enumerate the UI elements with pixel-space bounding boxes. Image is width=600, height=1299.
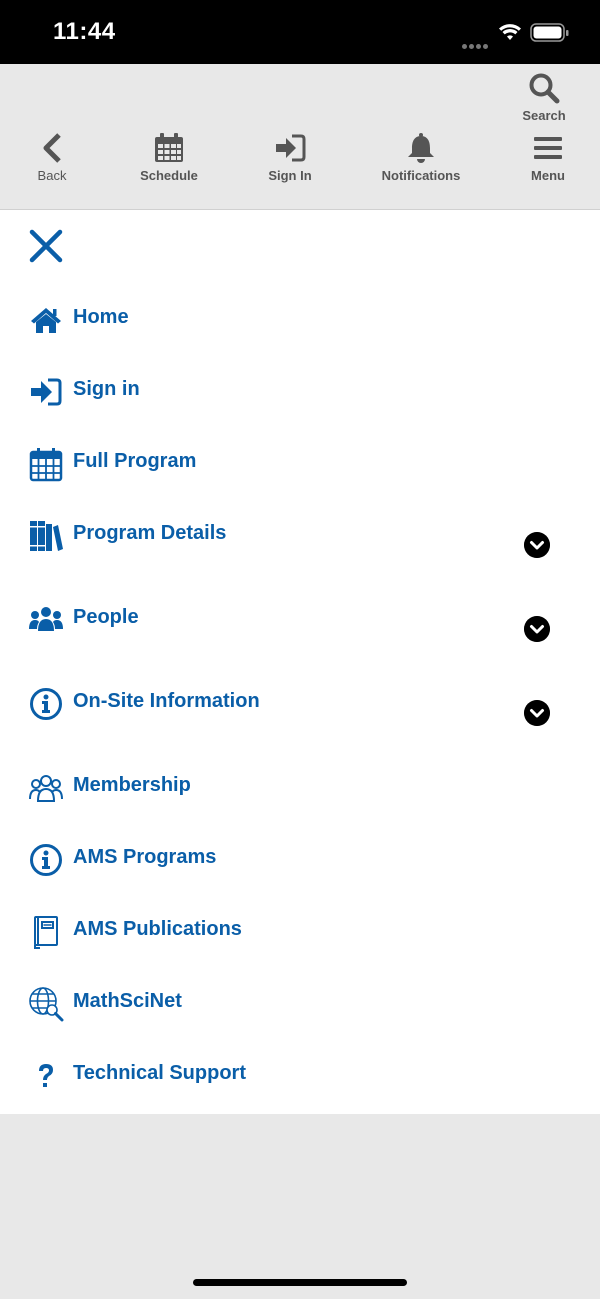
status-bar: 11:44 bbox=[0, 0, 600, 64]
wifi-icon bbox=[499, 24, 521, 40]
sign-in-label: Sign In bbox=[268, 168, 312, 183]
bell-icon bbox=[408, 133, 434, 163]
search-button[interactable]: Search bbox=[520, 72, 568, 123]
search-icon bbox=[529, 73, 560, 104]
menu-item-ams-programs[interactable]: AMS Programs bbox=[28, 842, 568, 882]
people-icon bbox=[29, 607, 63, 631]
menu-item-home[interactable]: Home bbox=[28, 302, 568, 342]
menu-item-label: Sign in bbox=[73, 378, 140, 400]
menu-item-label: AMS Publications bbox=[73, 918, 242, 940]
menu-panel: Home Sign in Full Program Program Detail… bbox=[0, 210, 600, 1114]
menu-item-people[interactable]: People bbox=[28, 602, 568, 642]
sign-in-icon bbox=[276, 134, 306, 162]
chevron-down-icon[interactable] bbox=[524, 532, 550, 558]
signal-icon bbox=[462, 36, 490, 54]
search-label: Search bbox=[522, 108, 566, 123]
back-button[interactable]: Back bbox=[30, 132, 74, 183]
schedule-label: Schedule bbox=[140, 168, 198, 183]
menu-item-label: Full Program bbox=[73, 450, 197, 472]
menu-item-label: MathSciNet bbox=[73, 990, 182, 1012]
hamburger-icon bbox=[534, 137, 562, 159]
back-label: Back bbox=[37, 168, 67, 183]
calendar-icon bbox=[29, 448, 63, 482]
home-icon bbox=[31, 308, 61, 333]
info-icon bbox=[30, 844, 62, 876]
calendar-icon bbox=[155, 133, 183, 162]
chevron-down-icon[interactable] bbox=[524, 700, 550, 726]
book-icon bbox=[34, 916, 58, 949]
menu-item-label: Membership bbox=[73, 774, 191, 796]
globe-search-icon bbox=[29, 987, 64, 1022]
close-icon[interactable] bbox=[28, 228, 64, 264]
menu-item-technical-support[interactable]: Technical Support bbox=[28, 1058, 568, 1098]
menu-item-label: On-Site Information bbox=[73, 690, 260, 712]
menu-item-label: Home bbox=[73, 306, 129, 328]
menu-item-label: People bbox=[73, 606, 139, 628]
menu-label: Menu bbox=[531, 168, 565, 183]
books-icon bbox=[30, 521, 63, 551]
status-time: 11:44 bbox=[53, 18, 116, 45]
info-icon bbox=[30, 688, 62, 720]
menu-item-mathscinet[interactable]: MathSciNet bbox=[28, 986, 568, 1026]
menu-item-label: Program Details bbox=[73, 522, 227, 544]
home-indicator bbox=[193, 1279, 407, 1286]
membership-icon bbox=[29, 775, 63, 802]
menu-item-ams-publications[interactable]: AMS Publications bbox=[28, 914, 568, 954]
sign-in-button[interactable]: Sign In bbox=[262, 132, 318, 183]
question-icon bbox=[39, 1064, 53, 1087]
menu-button[interactable]: Menu bbox=[524, 132, 572, 183]
menu-item-label: Technical Support bbox=[73, 1062, 246, 1084]
menu-item-full-program[interactable]: Full Program bbox=[28, 446, 568, 486]
menu-item-program-details[interactable]: Program Details bbox=[28, 518, 568, 558]
menu-item-label: AMS Programs bbox=[73, 846, 217, 868]
chevron-down-icon[interactable] bbox=[524, 616, 550, 642]
menu-item-membership[interactable]: Membership bbox=[28, 770, 568, 810]
sign-in-icon bbox=[31, 378, 62, 406]
menu-item-on-site-information[interactable]: On-Site Information bbox=[28, 686, 568, 726]
notifications-button[interactable]: Notifications bbox=[380, 132, 462, 183]
chevron-left-icon bbox=[43, 133, 61, 163]
toolbar: Search Back Schedule Sign In Notificatio… bbox=[0, 64, 600, 210]
notifications-label: Notifications bbox=[381, 168, 461, 183]
schedule-button[interactable]: Schedule bbox=[134, 132, 204, 183]
menu-item-sign-in[interactable]: Sign in bbox=[28, 374, 568, 414]
battery-icon bbox=[530, 23, 569, 42]
